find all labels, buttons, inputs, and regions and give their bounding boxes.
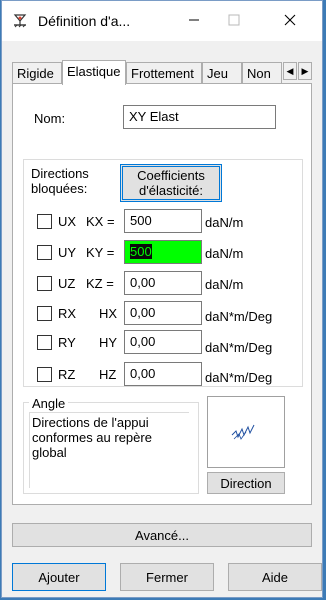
support-icon (12, 13, 28, 29)
tab-frottement[interactable]: Frottement (126, 62, 202, 84)
rz-checkbox[interactable] (37, 367, 52, 382)
angle-text-line1: Directions de l'appui (32, 415, 149, 430)
kx-input[interactable]: 500 (124, 209, 202, 233)
coef-button-line2: d'élasticité: (139, 183, 203, 198)
tab-label: Jeu (207, 66, 228, 81)
directions-label-line1: Directions (31, 166, 89, 181)
coef-label-ky: KY = (86, 245, 115, 260)
maximize-icon (228, 14, 240, 29)
tab-elastique[interactable]: Elastique (62, 60, 126, 85)
coef-label-kx: KX = (86, 214, 115, 229)
elasticity-coefficients-button[interactable]: Coefficients d'élasticité: (120, 164, 222, 202)
directions-label-line2: bloquées: (31, 181, 88, 196)
add-button-label: Ajouter (38, 569, 80, 585)
direction-label-rx: RX (58, 306, 77, 321)
tab-label: Non (247, 66, 271, 81)
maximize-button[interactable] (214, 7, 254, 35)
close-icon (284, 14, 296, 29)
dialog-window: Définition d'a... Rigide Elastique Frott… (1, 0, 323, 598)
tab-label: Frottement (131, 66, 194, 81)
direction-label-uy: UY (58, 245, 77, 260)
hz-unit: daN*m/Deg (205, 370, 273, 385)
ky-input-selected-text: 500 (130, 244, 152, 259)
help-button[interactable]: Aide (228, 563, 322, 591)
direction-button[interactable]: Direction (207, 472, 285, 494)
advanced-button[interactable]: Avancé... (12, 523, 312, 547)
name-label: Nom: (34, 111, 66, 126)
hy-input[interactable]: 0,00 (124, 330, 202, 354)
tab-label: Rigide (17, 66, 54, 81)
coef-label-hy: HY (99, 335, 118, 350)
ux-checkbox[interactable] (37, 214, 52, 229)
uy-checkbox[interactable] (37, 245, 52, 260)
angle-text-line2: conformes au repère (32, 430, 152, 445)
ky-input[interactable]: 500 (124, 240, 202, 264)
hz-input[interactable]: 0,00 (124, 362, 202, 386)
coef-label-hx: HX (99, 306, 118, 321)
tab-scroll-right-button[interactable]: ▶ (298, 62, 312, 80)
tab-jeu[interactable]: Jeu (202, 62, 242, 84)
tab-strip: Rigide Elastique Frottement Jeu Non ◀ ▶ (12, 60, 314, 85)
ry-checkbox[interactable] (37, 335, 52, 350)
chevron-right-icon: ▶ (301, 65, 309, 76)
coef-button-line1: Coefficients (137, 168, 205, 183)
rx-checkbox[interactable] (37, 306, 52, 321)
direction-label-rz: RZ (58, 367, 76, 382)
window-title: Définition d'a... (38, 13, 131, 29)
close-button[interactable]: Fermer (120, 563, 214, 591)
direction-preview (207, 396, 285, 468)
name-input[interactable]: XY Elast (123, 105, 276, 129)
coef-label-kz: KZ = (86, 276, 114, 291)
help-button-label: Aide (261, 569, 289, 585)
advanced-button-label: Avancé... (135, 527, 189, 543)
ky-unit: daN/m (205, 246, 244, 261)
kz-input[interactable]: 0,00 (124, 271, 202, 295)
direction-label-ux: UX (58, 214, 77, 229)
chevron-left-icon: ◀ (286, 65, 294, 76)
angle-label: Angle (29, 396, 69, 411)
title-bar[interactable]: Définition d'a... (2, 1, 322, 41)
axis-direction-icon (230, 421, 256, 446)
tab-non[interactable]: Non (242, 62, 282, 84)
direction-label-ry: RY (58, 335, 76, 350)
angle-text-line3: global (32, 445, 67, 460)
tab-label: Elastique (67, 64, 121, 79)
kz-unit: daN/m (205, 277, 244, 292)
tab-scroll-left-button[interactable]: ◀ (283, 62, 297, 80)
coef-label-hz: HZ (99, 367, 117, 382)
hx-input[interactable]: 0,00 (124, 301, 202, 325)
close-window-button[interactable] (270, 7, 310, 35)
kx-unit: daN/m (205, 215, 244, 230)
minimize-icon (188, 14, 200, 29)
hx-unit: daN*m/Deg (205, 309, 273, 324)
tab-rigide[interactable]: Rigide (12, 62, 62, 84)
close-button-label: Fermer (146, 569, 188, 585)
minimize-button[interactable] (174, 7, 214, 35)
add-button[interactable]: Ajouter (12, 563, 106, 591)
elastic-tab-panel: Nom: XY Elast Directions bloquées: Coeff… (12, 83, 312, 505)
direction-button-label: Direction (220, 475, 272, 491)
uz-checkbox[interactable] (37, 276, 52, 291)
hy-unit: daN*m/Deg (205, 340, 273, 355)
direction-label-uz: UZ (58, 276, 76, 291)
angle-description: Directions de l'appui conformes au repèr… (29, 412, 189, 488)
